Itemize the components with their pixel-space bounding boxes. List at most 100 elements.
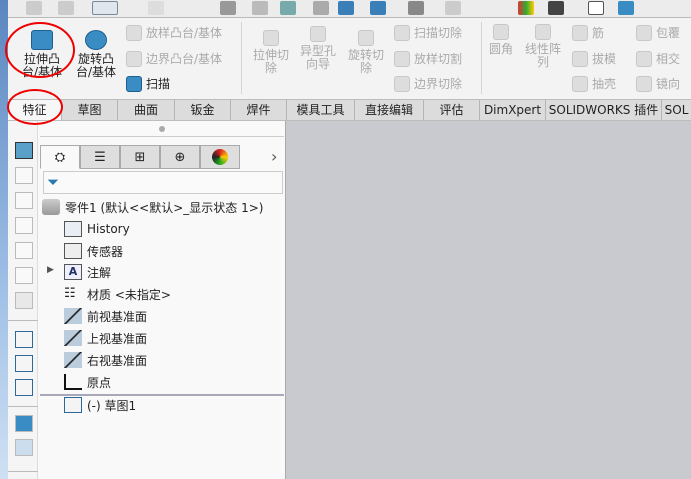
shell-button[interactable]: 抽壳	[572, 75, 616, 92]
top-toolbar	[8, 0, 691, 18]
cube-icon[interactable]	[618, 1, 634, 15]
plane-icon	[64, 330, 82, 346]
rib-button[interactable]: 筋	[572, 24, 604, 41]
wrap-icon	[636, 24, 652, 41]
hole-wizard-button[interactable]: 异型孔向导	[298, 26, 338, 71]
loft-boss-button[interactable]: 放样凸台/基体	[126, 24, 222, 41]
boundary-cut-button[interactable]: 边界切除	[394, 75, 462, 92]
boundary-cut-icon	[394, 75, 410, 92]
intersect-button[interactable]: 相交	[636, 50, 680, 67]
divider	[40, 136, 284, 137]
tab-dimxpert-manager[interactable]: ⊕	[160, 145, 200, 169]
tree-root-part[interactable]: 零件1 (默认<<默认>_显示状态 1>)	[42, 197, 263, 217]
tab-solidworks-addins[interactable]: SOLIDWORKS 插件	[546, 100, 662, 120]
tree-item-origin[interactable]: 原点	[64, 372, 111, 392]
revolve-boss-button[interactable]: 旋转凸台/基体	[70, 30, 122, 79]
tab-configuration-manager[interactable]: ⊞	[120, 145, 160, 169]
view-icon[interactable]	[15, 292, 33, 309]
linear-pattern-button[interactable]: 线性阵列	[522, 24, 564, 69]
graphics-viewport[interactable]	[286, 121, 691, 479]
previous-view-icon[interactable]	[280, 1, 296, 15]
tab-overflow[interactable]: SOL	[662, 100, 691, 120]
edit-appearance-icon[interactable]	[445, 1, 461, 15]
sensors-folder-icon	[64, 243, 82, 259]
sketch-icon	[64, 397, 82, 413]
view-orientation-icon[interactable]	[338, 1, 354, 15]
tree-item-right-plane[interactable]: 右视基准面	[64, 350, 147, 370]
sweep-button[interactable]: 扫描	[126, 75, 170, 92]
view-icon[interactable]	[15, 242, 33, 259]
rib-icon	[572, 24, 588, 41]
wrap-button[interactable]: 包覆	[636, 24, 680, 41]
tab-sheet-metal[interactable]: 钣金	[175, 100, 231, 120]
fillet-button[interactable]: 圆角	[486, 24, 516, 56]
mirror-icon	[636, 75, 652, 92]
divider	[8, 320, 38, 321]
sketch-icon[interactable]	[15, 331, 33, 348]
lofted-cut-button[interactable]: 放样切割	[394, 50, 462, 67]
zoom-fit-icon[interactable]	[220, 1, 236, 15]
zoom-area-icon[interactable]	[252, 1, 268, 15]
view-settings-icon[interactable]	[588, 1, 604, 15]
line-icon[interactable]	[15, 355, 33, 372]
boundary-boss-icon	[126, 50, 142, 67]
tab-dimxpert[interactable]: DimXpert	[480, 100, 546, 120]
tab-evaluate[interactable]: 评估	[424, 100, 480, 120]
select-pointer-icon[interactable]	[92, 1, 118, 15]
tab-property-manager[interactable]: ☰	[80, 145, 120, 169]
section-view-icon[interactable]	[313, 1, 329, 15]
revolve-cut-button[interactable]: 旋转切除	[346, 30, 386, 75]
tree-item-annotations[interactable]: A 注解	[64, 262, 111, 282]
tab-display-manager[interactable]	[200, 145, 240, 169]
extrude-cut-button[interactable]: 拉伸切除	[252, 30, 290, 75]
scene-icon[interactable]	[518, 1, 534, 15]
command-manager-tabs: 特征 草图 曲面 钣金 焊件 模具工具 直接编辑 评估 DimXpert SOL…	[8, 99, 691, 121]
view-icon[interactable]	[15, 167, 33, 184]
swept-cut-button[interactable]: 扫描切除	[394, 24, 462, 41]
cube-view-icon[interactable]	[15, 142, 33, 159]
extrude-cut-icon[interactable]	[15, 439, 33, 456]
tree-item-top-plane[interactable]: 上视基准面	[64, 328, 147, 348]
plane-icon	[64, 308, 82, 324]
tree-item-sensors[interactable]: 传感器	[64, 241, 123, 261]
panel-splitter-handle[interactable]	[159, 126, 165, 132]
feature-manager-icon: ⛭	[54, 149, 66, 165]
tree-item-sketch1[interactable]: (-) 草图1	[64, 395, 136, 415]
view-icon[interactable]	[15, 267, 33, 284]
mirror-button[interactable]: 镜向	[636, 75, 680, 92]
rectangle-icon[interactable]	[15, 379, 33, 396]
toolbar-icon[interactable]	[148, 1, 164, 15]
tab-feature-manager[interactable]: ⛭	[40, 145, 80, 169]
tab-mold-tools[interactable]: 模具工具	[287, 100, 355, 120]
filter-input[interactable]: ⏷	[43, 171, 283, 194]
revolve-cut-icon	[358, 30, 374, 46]
annotation-circle	[7, 89, 63, 125]
origin-icon	[64, 374, 82, 390]
display-style-icon[interactable]	[370, 1, 386, 15]
tree-item-material[interactable]: ☷ 材质 <未指定>	[64, 284, 171, 304]
view-icon[interactable]	[15, 192, 33, 209]
tree-item-history[interactable]: History	[64, 219, 130, 239]
monitor-icon[interactable]	[548, 1, 564, 15]
draft-button[interactable]: 拔模	[572, 50, 616, 67]
toolbar-icon[interactable]	[26, 1, 42, 15]
extrude-boss-icon[interactable]	[15, 415, 33, 432]
toolbar-icon[interactable]	[58, 1, 74, 15]
hide-show-icon[interactable]	[408, 1, 424, 15]
extrude-cut-icon	[263, 30, 279, 46]
tab-surfaces[interactable]: 曲面	[118, 100, 175, 120]
tab-weldments[interactable]: 焊件	[231, 100, 287, 120]
expand-arrow-icon[interactable]: ▶	[47, 265, 54, 275]
divider	[481, 22, 482, 94]
shell-icon	[572, 75, 588, 92]
boundary-boss-button[interactable]: 边界凸台/基体	[126, 50, 222, 67]
heads-up-left-toolbar	[8, 121, 38, 479]
view-icon[interactable]	[15, 217, 33, 234]
tab-sketch[interactable]: 草图	[62, 100, 118, 120]
panel-expand-arrow-icon[interactable]: ›	[271, 147, 277, 166]
filter-icon: ⏷	[47, 173, 60, 191]
swept-cut-icon	[394, 24, 410, 41]
part-icon	[42, 199, 60, 215]
tree-item-front-plane[interactable]: 前视基准面	[64, 306, 147, 326]
tab-direct-editing[interactable]: 直接编辑	[355, 100, 424, 120]
